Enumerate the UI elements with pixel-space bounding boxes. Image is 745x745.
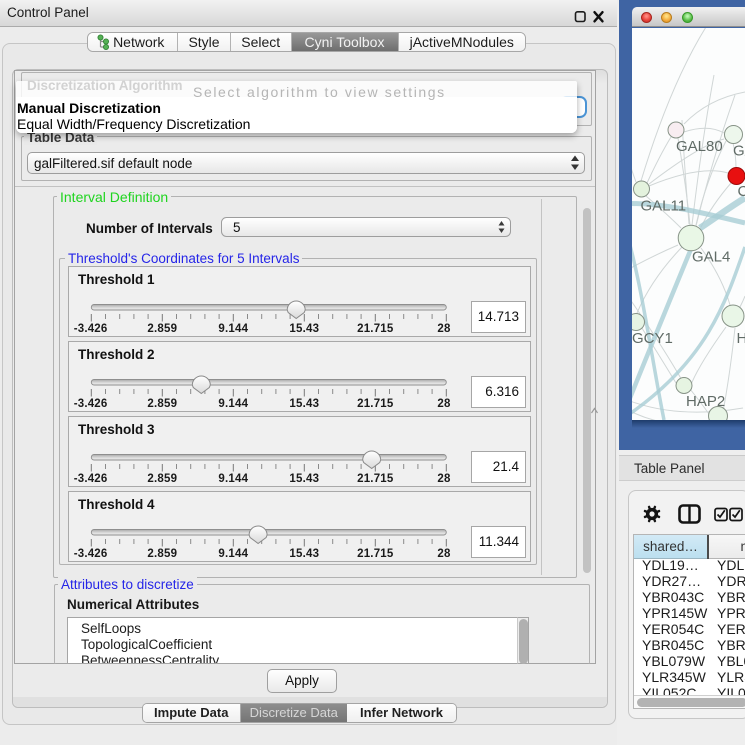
svg-text:15.43: 15.43 — [289, 323, 319, 335]
svg-text:15.43: 15.43 — [289, 398, 319, 410]
svg-text:9.144: 9.144 — [218, 548, 248, 560]
svg-text:28: 28 — [437, 323, 451, 335]
svg-text:9.144: 9.144 — [218, 398, 248, 410]
svg-text:GAL11: GAL11 — [641, 198, 687, 215]
svg-text:15.43: 15.43 — [289, 548, 319, 560]
svg-text:-3.426: -3.426 — [74, 323, 108, 335]
svg-text:-3.426: -3.426 — [74, 548, 108, 560]
svg-text:H: H — [737, 330, 745, 347]
svg-text:21.715: 21.715 — [357, 398, 394, 410]
svg-text:HAP2: HAP2 — [686, 393, 725, 410]
svg-text:28: 28 — [437, 398, 451, 410]
svg-text:GAL4: GAL4 — [692, 249, 730, 266]
svg-text:GAL80: GAL80 — [676, 138, 723, 155]
svg-text:9.144: 9.144 — [218, 323, 248, 335]
svg-text:-3.426: -3.426 — [74, 398, 108, 410]
svg-text:2.859: 2.859 — [147, 398, 177, 410]
svg-text:9.144: 9.144 — [218, 473, 248, 485]
svg-text:21.715: 21.715 — [357, 473, 394, 485]
svg-text:15.43: 15.43 — [289, 473, 319, 485]
svg-text:21.715: 21.715 — [357, 323, 394, 335]
svg-text:GCY1: GCY1 — [632, 330, 673, 347]
svg-text:28: 28 — [437, 473, 451, 485]
svg-text:-3.426: -3.426 — [74, 473, 108, 485]
svg-text:28: 28 — [437, 548, 451, 560]
svg-text:2.859: 2.859 — [147, 473, 177, 485]
svg-text:21.715: 21.715 — [357, 548, 394, 560]
svg-text:C: C — [738, 183, 745, 200]
svg-text:2.859: 2.859 — [147, 323, 177, 335]
svg-text:GA: GA — [733, 143, 745, 160]
svg-text:2.859: 2.859 — [147, 548, 177, 560]
